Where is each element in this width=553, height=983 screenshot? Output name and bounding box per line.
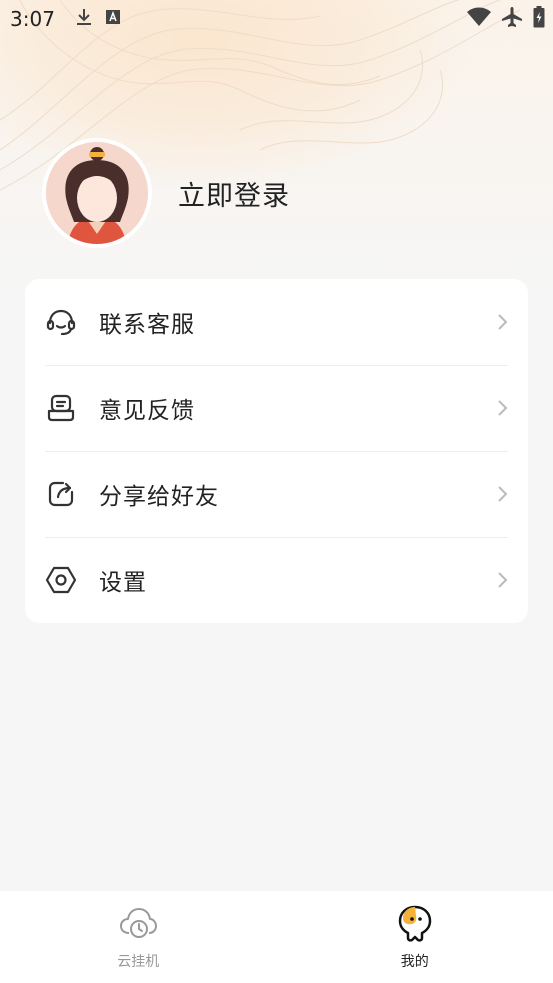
airplane-icon xyxy=(501,6,523,32)
menu-item-feedback[interactable]: 意见反馈 xyxy=(25,365,528,451)
menu-item-customer-service[interactable]: 联系客服 xyxy=(25,279,528,365)
wifi-icon xyxy=(467,7,491,31)
download-icon xyxy=(75,7,93,31)
tab-mine[interactable]: 我的 xyxy=(277,891,553,983)
chevron-right-icon xyxy=(496,398,510,418)
menu-item-label: 设置 xyxy=(99,570,147,596)
avatar[interactable] xyxy=(42,138,152,248)
profile-section[interactable]: 立即登录 xyxy=(42,138,290,248)
headset-icon xyxy=(45,306,77,338)
mascot-icon xyxy=(395,903,435,947)
menu-item-label: 联系客服 xyxy=(99,312,195,338)
share-icon xyxy=(45,478,77,510)
settings-icon xyxy=(45,564,77,596)
status-time: 3:07 xyxy=(10,7,55,31)
menu-item-share[interactable]: 分享给好友 xyxy=(25,451,528,537)
menu-card: 联系客服 意见反馈 分享给好友 设置 xyxy=(25,279,528,623)
keyboard-a-icon xyxy=(105,9,121,29)
cloud-clock-icon xyxy=(118,903,158,947)
chevron-right-icon xyxy=(496,484,510,504)
login-link[interactable]: 立即登录 xyxy=(178,174,290,213)
tab-label: 我的 xyxy=(400,954,429,970)
status-bar: 3:07 xyxy=(0,0,553,38)
menu-item-label: 分享给好友 xyxy=(99,484,219,510)
menu-item-settings[interactable]: 设置 xyxy=(25,537,528,623)
avatar-illustration xyxy=(46,142,148,244)
battery-icon xyxy=(533,6,545,32)
tab-label: 云挂机 xyxy=(117,954,160,970)
tab-cloud-hosting[interactable]: 云挂机 xyxy=(0,891,277,983)
menu-item-label: 意见反馈 xyxy=(99,398,195,424)
bottom-tab-bar: 云挂机 我的 xyxy=(0,891,553,983)
feedback-icon xyxy=(45,392,77,424)
chevron-right-icon xyxy=(496,570,510,590)
chevron-right-icon xyxy=(496,312,510,332)
